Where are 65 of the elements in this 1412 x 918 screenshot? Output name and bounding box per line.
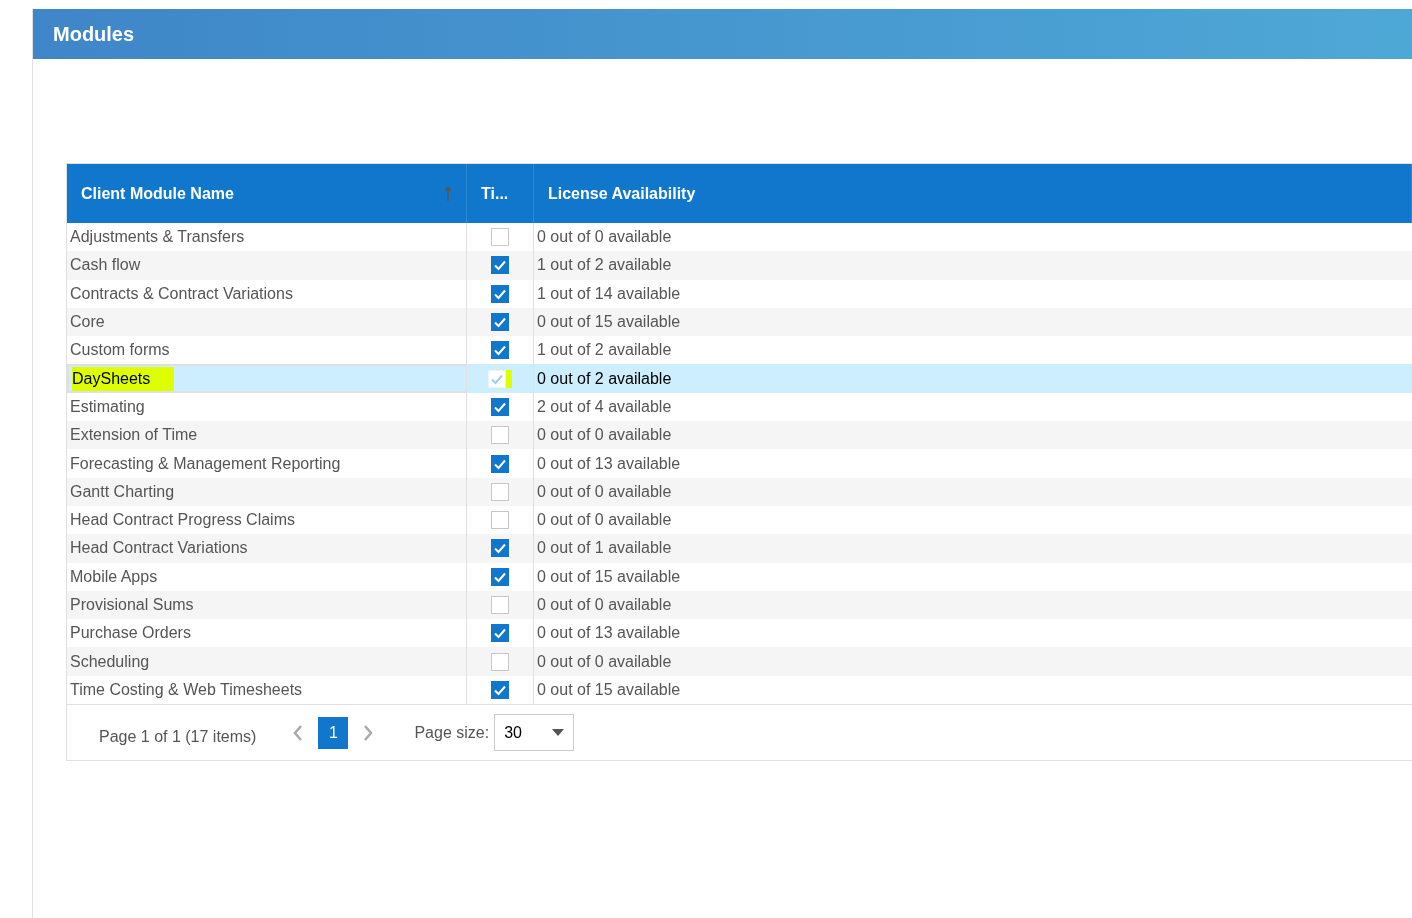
module-name: Core bbox=[70, 312, 105, 333]
module-name: Time Costing & Web Timesheets bbox=[70, 679, 303, 700]
license-availability: 0 out of 0 available bbox=[537, 651, 672, 672]
module-name: DaySheets bbox=[72, 366, 175, 391]
panel-title: Modules bbox=[53, 22, 135, 47]
checkbox[interactable] bbox=[491, 228, 509, 247]
license-availability: 0 out of 13 available bbox=[537, 453, 681, 474]
page-size-dropdown[interactable]: 30 bbox=[494, 714, 575, 752]
dropdown-caret-icon bbox=[552, 729, 565, 737]
checkbox[interactable] bbox=[491, 567, 509, 586]
page-button[interactable]: 1 bbox=[318, 716, 349, 749]
license-availability: 0 out of 15 available bbox=[537, 679, 681, 700]
module-name: Forecasting & Management Reporting bbox=[70, 453, 341, 474]
module-name: Cash flow bbox=[70, 255, 141, 276]
sort-arrow-icon bbox=[444, 185, 452, 202]
license-availability: 1 out of 2 available bbox=[537, 255, 672, 276]
license-availability: 0 out of 1 available bbox=[537, 538, 672, 559]
checkbox[interactable] bbox=[491, 341, 509, 360]
module-name: Estimating bbox=[70, 396, 145, 417]
checkbox[interactable] bbox=[491, 284, 509, 303]
license-availability: 0 out of 15 available bbox=[537, 312, 681, 333]
license-availability: 0 out of 15 available bbox=[537, 566, 681, 587]
table-row[interactable]: Extension of Time 0 out of 0 available bbox=[67, 421, 1412, 450]
module-name: Contracts & Contract Variations bbox=[70, 283, 293, 304]
module-name: Adjustments & Transfers bbox=[70, 227, 245, 248]
module-name: Custom forms bbox=[70, 340, 170, 361]
checkbox[interactable] bbox=[491, 652, 509, 671]
license-availability: 0 out of 0 available bbox=[537, 481, 672, 502]
checkbox[interactable] bbox=[491, 482, 509, 501]
module-name: Gantt Charting bbox=[70, 481, 175, 502]
license-availability: 0 out of 0 available bbox=[537, 510, 672, 531]
checkbox[interactable] bbox=[491, 539, 509, 558]
license-availability: 0 out of 0 available bbox=[537, 227, 672, 248]
module-name: Head Contract Progress Claims bbox=[70, 510, 295, 531]
module-name: Mobile Apps bbox=[70, 566, 158, 587]
checkbox[interactable] bbox=[491, 397, 509, 416]
checkbox[interactable] bbox=[491, 313, 509, 332]
license-availability: 1 out of 2 available bbox=[537, 340, 672, 361]
checkbox[interactable] bbox=[491, 624, 509, 643]
table-row[interactable]: Cash flow 1 out of 2 available bbox=[67, 251, 1412, 280]
checkbox[interactable] bbox=[491, 426, 509, 445]
table-row[interactable]: DaySheets 0 out of 2 available bbox=[67, 364, 1412, 393]
checkbox[interactable] bbox=[491, 511, 509, 530]
module-name: Provisional Sums bbox=[70, 595, 194, 615]
license-availability: 0 out of 0 available bbox=[537, 595, 672, 615]
table-row[interactable]: Provisional Sums 0 out of 0 available bbox=[67, 590, 1412, 620]
license-availability: 1 out of 14 available bbox=[537, 283, 681, 304]
page-size-label: Page size: bbox=[414, 722, 490, 743]
checkbox[interactable] bbox=[491, 596, 509, 614]
checkbox[interactable] bbox=[491, 256, 509, 275]
table-row[interactable]: Gantt Charting 0 out of 0 available bbox=[67, 477, 1412, 506]
license-availability: 0 out of 0 available bbox=[537, 425, 672, 446]
checkbox[interactable] bbox=[491, 680, 509, 699]
table-row[interactable]: Core 0 out of 15 available bbox=[67, 307, 1412, 337]
table-row[interactable]: Scheduling 0 out of 0 available bbox=[67, 647, 1412, 676]
module-name: Purchase Orders bbox=[70, 623, 191, 644]
module-name: Scheduling bbox=[70, 651, 150, 672]
module-name: Head Contract Variations bbox=[70, 538, 248, 559]
page-summary: Page 1 of 1 (17 items) bbox=[99, 726, 257, 747]
license-availability: 0 out of 13 available bbox=[537, 623, 681, 644]
table-row[interactable]: Head Contract Variations 0 out of 1 available bbox=[67, 534, 1412, 563]
license-availability: 2 out of 4 available bbox=[537, 396, 672, 417]
checkbox[interactable] bbox=[491, 454, 509, 473]
license-availability: 0 out of 2 available bbox=[537, 368, 672, 389]
module-name: Extension of Time bbox=[70, 425, 198, 446]
